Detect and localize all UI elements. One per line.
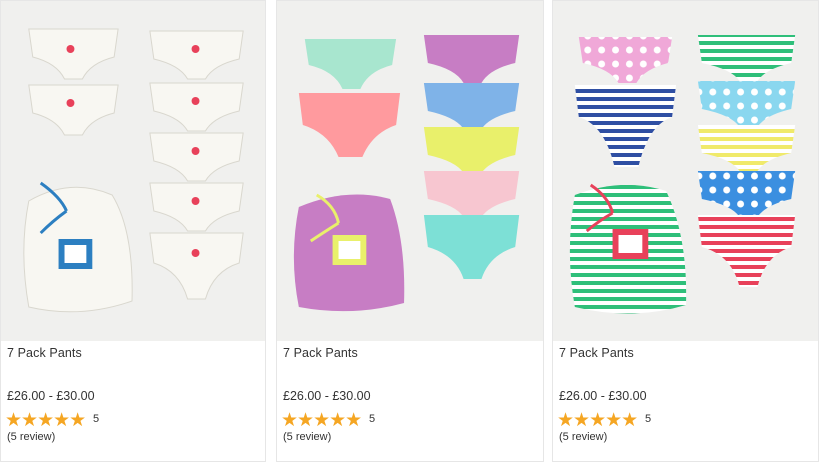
product-name[interactable]: 7 Pack Pants <box>559 346 634 360</box>
product-card[interactable]: 7 Pack Pants £26.00 - £30.00 ★★★★★ 5 (5 … <box>552 0 819 462</box>
product-price: £26.00 - £30.00 <box>559 389 647 403</box>
product-grid: 7 Pack Pants £26.00 - £30.00 ★★★★★ 5 (5 … <box>0 0 819 464</box>
product-price: £26.00 - £30.00 <box>7 389 95 403</box>
review-count-link[interactable]: (5 review) <box>559 431 607 443</box>
product-image[interactable] <box>553 1 818 341</box>
product-price: £26.00 - £30.00 <box>283 389 371 403</box>
rating-count: 5 <box>645 413 652 425</box>
star-rating-icon: ★★★★★ <box>281 410 362 431</box>
product-image[interactable] <box>277 1 543 341</box>
star-rating-icon: ★★★★★ <box>557 410 638 431</box>
product-name[interactable]: 7 Pack Pants <box>7 346 82 360</box>
review-count-link[interactable]: (5 review) <box>283 431 331 443</box>
review-count-link[interactable]: (5 review) <box>7 431 55 443</box>
rating-count: 5 <box>93 413 100 425</box>
product-name[interactable]: 7 Pack Pants <box>283 346 358 360</box>
product-card[interactable]: 7 Pack Pants £26.00 - £30.00 ★★★★★ 5 (5 … <box>0 0 266 462</box>
rating-count: 5 <box>369 413 376 425</box>
product-image[interactable] <box>1 1 265 341</box>
product-card[interactable]: 7 Pack Pants £26.00 - £30.00 ★★★★★ 5 (5 … <box>276 0 544 462</box>
star-rating-icon: ★★★★★ <box>5 410 86 431</box>
